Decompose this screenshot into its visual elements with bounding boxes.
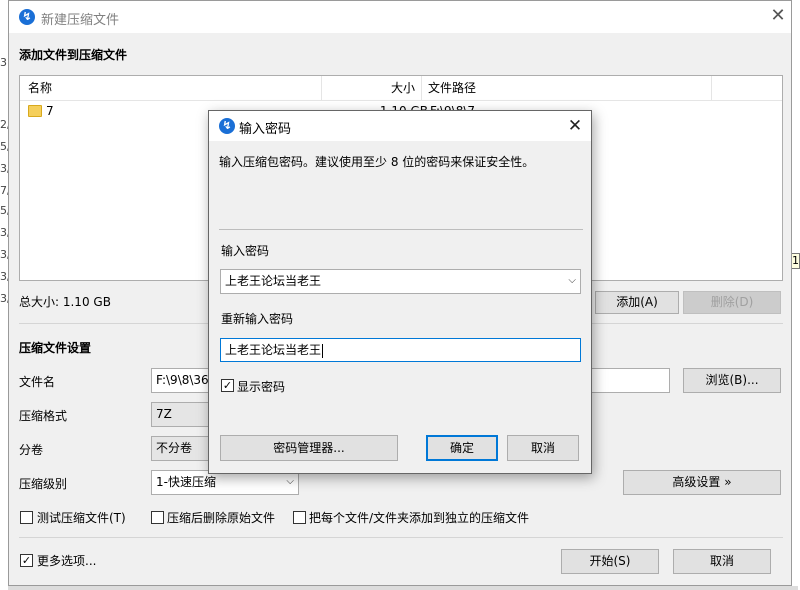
volume-value: 不分卷 xyxy=(156,441,193,455)
start-button[interactable]: 开始(S) xyxy=(561,549,659,574)
each-file-checkbox[interactable] xyxy=(293,511,306,524)
reenter-password-input[interactable]: 上老王论坛当老王 xyxy=(220,338,581,362)
check-icon: ✓ xyxy=(222,379,233,392)
background-text: 3/ xyxy=(0,248,8,261)
add-files-heading: 添加文件到压缩文件 xyxy=(19,48,128,62)
filename-label: 文件名 xyxy=(19,375,56,389)
background-bottom-strip xyxy=(8,586,798,590)
test-archive-label[interactable]: 测试压缩文件(T) xyxy=(37,509,126,526)
more-options-label[interactable]: 更多选项... xyxy=(37,552,96,569)
delete-button[interactable]: 删除(D) xyxy=(683,291,781,314)
ok-button[interactable]: 确定 xyxy=(426,435,498,461)
background-tooltip: 1 xyxy=(791,253,800,269)
folder-icon xyxy=(28,105,42,117)
reenter-password-label: 重新输入密码 xyxy=(221,312,294,326)
total-size: 总大小: 1.10 GB xyxy=(19,295,111,309)
settings-heading: 压缩文件设置 xyxy=(19,341,92,355)
app-logo-icon: ↯ xyxy=(219,118,235,134)
delete-source-checkbox[interactable] xyxy=(151,511,164,524)
column-header-empty xyxy=(712,76,782,101)
reenter-password-value: 上老王论坛当老王 xyxy=(225,343,322,357)
browse-button[interactable]: 浏览(B)... xyxy=(683,368,781,393)
password-manager-button[interactable]: 密码管理器... xyxy=(220,435,398,461)
password-label: 输入密码 xyxy=(221,244,270,258)
test-archive-checkbox[interactable] xyxy=(20,511,33,524)
title-bar: ↯ 新建压缩文件 ✕ xyxy=(9,1,791,33)
column-header-size[interactable]: 大小 xyxy=(322,76,422,101)
dialog-cancel-button[interactable]: 取消 xyxy=(507,435,579,461)
background-text: 3/ xyxy=(0,292,8,305)
text-caret xyxy=(322,343,324,358)
dialog-title: 输入密码 xyxy=(239,122,292,137)
background-text: 3/ xyxy=(0,270,8,283)
cancel-button[interactable]: 取消 xyxy=(673,549,771,574)
each-file-label[interactable]: 把每个文件/文件夹添加到独立的压缩文件 xyxy=(309,509,529,526)
password-value: 上老王论坛当老王 xyxy=(225,274,322,288)
delete-source-label[interactable]: 压缩后删除原始文件 xyxy=(167,509,275,526)
file-name: 7 xyxy=(46,104,54,118)
format-value: 7Z xyxy=(156,407,172,421)
background-text: 3 xyxy=(0,56,7,69)
background-text: 3/ xyxy=(0,162,8,175)
close-icon[interactable]: ✕ xyxy=(565,115,585,137)
level-label: 压缩级别 xyxy=(19,477,68,491)
check-icon: ✓ xyxy=(21,554,32,567)
format-label: 压缩格式 xyxy=(19,409,68,423)
close-icon[interactable]: ✕ xyxy=(767,5,789,27)
more-options-checkbox[interactable]: ✓ xyxy=(20,554,33,567)
chevron-down-icon[interactable]: ⌵ xyxy=(286,471,294,493)
add-button[interactable]: 添加(A) xyxy=(595,291,679,314)
chevron-down-icon[interactable]: ⌵ xyxy=(568,270,576,292)
window-title: 新建压缩文件 xyxy=(41,13,120,28)
background-text: 2/ xyxy=(0,118,8,131)
password-dialog: ↯ 输入密码 ✕ 输入压缩包密码。建议使用至少 8 位的密码来保证安全性。 输入… xyxy=(208,110,592,474)
dialog-title-bar: ↯ 输入密码 ✕ xyxy=(209,111,591,141)
background-text: 5/ xyxy=(0,140,8,153)
background-text: 3/ xyxy=(0,226,8,239)
column-header-name[interactable]: 名称 xyxy=(20,76,322,101)
app-logo-icon: ↯ xyxy=(19,9,35,25)
background-text: 5/ xyxy=(0,204,8,217)
password-input[interactable]: 上老王论坛当老王 ⌵ xyxy=(220,269,581,294)
dialog-description: 输入压缩包密码。建议使用至少 8 位的密码来保证安全性。 xyxy=(219,155,535,169)
level-value: 1-快速压缩 xyxy=(156,475,216,489)
divider xyxy=(19,537,783,538)
column-header-path[interactable]: 文件路径 xyxy=(422,76,712,101)
divider xyxy=(219,229,583,230)
list-header: 名称 大小 文件路径 xyxy=(20,76,782,101)
show-password-checkbox[interactable]: ✓ xyxy=(221,379,234,392)
background-left-edge: 3 2/ 5/ 3/ 7/ 5/ 3/ 3/ 3/ 3/ xyxy=(0,0,8,590)
background-text: 7/ xyxy=(0,184,8,197)
show-password-label[interactable]: 显示密码 xyxy=(237,378,285,395)
advanced-settings-button[interactable]: 高级设置 » xyxy=(623,470,781,495)
volume-label: 分卷 xyxy=(19,443,44,457)
